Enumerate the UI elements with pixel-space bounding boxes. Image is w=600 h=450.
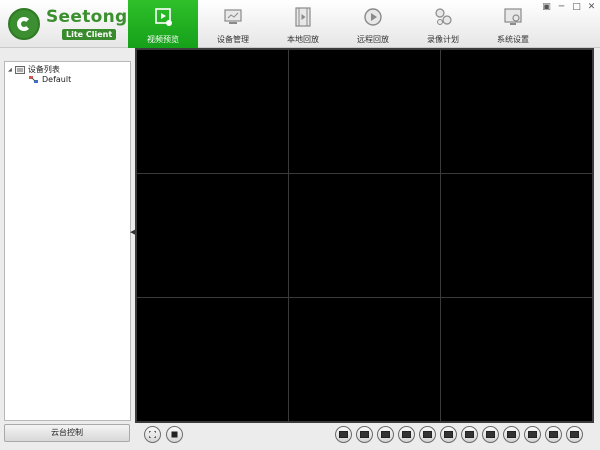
video-cell-3[interactable] bbox=[440, 49, 593, 174]
tab-label: 远程回放 bbox=[357, 35, 389, 44]
device-manage-icon bbox=[224, 9, 242, 24]
tree-item-default[interactable]: Default bbox=[29, 75, 71, 84]
layout-10-button[interactable] bbox=[440, 426, 457, 443]
record-plan-icon bbox=[435, 8, 452, 25]
tab-label: 设备管理 bbox=[217, 35, 249, 44]
layout-8-button[interactable] bbox=[398, 426, 415, 443]
device-list-icon bbox=[14, 65, 25, 74]
video-cell-8[interactable] bbox=[288, 297, 441, 422]
layout-9-button[interactable] bbox=[419, 426, 436, 443]
tree-expander-icon[interactable]: ◢ bbox=[8, 67, 12, 73]
layout-25-icon bbox=[528, 431, 537, 438]
device-tree-panel: ◢ 设备列表 Default bbox=[4, 61, 131, 421]
fullscreen-button[interactable] bbox=[144, 426, 161, 443]
tab-label: 本地回放 bbox=[287, 35, 319, 44]
layout-36-button[interactable] bbox=[545, 426, 562, 443]
video-cell-9[interactable] bbox=[440, 297, 593, 422]
layout-4-icon bbox=[360, 431, 369, 438]
video-cell-7[interactable] bbox=[136, 297, 289, 422]
pin-icon[interactable]: ▣ bbox=[542, 2, 551, 12]
collapse-panel-icon[interactable]: ◀ bbox=[130, 228, 135, 236]
stop-icon bbox=[171, 431, 178, 438]
group-icon bbox=[29, 75, 38, 83]
header-bar: Seetong Lite Client 视频预览 设备管理 本地回放 远程回放 … bbox=[0, 0, 600, 48]
tab-system-settings[interactable]: 系统设置 bbox=[478, 0, 548, 48]
tree-item-label: Default bbox=[42, 75, 72, 84]
video-cell-5[interactable] bbox=[288, 173, 441, 298]
local-playback-icon bbox=[295, 7, 311, 27]
tab-record-plan[interactable]: 录像计划 bbox=[408, 0, 478, 48]
stop-all-button[interactable] bbox=[166, 426, 183, 443]
layout-20-button[interactable] bbox=[503, 426, 520, 443]
video-preview-icon bbox=[155, 8, 172, 26]
layout-36-icon bbox=[549, 431, 558, 438]
close-button[interactable]: ✕ bbox=[587, 2, 596, 12]
video-cell-4[interactable] bbox=[136, 173, 289, 298]
layout-13-icon bbox=[465, 431, 474, 438]
layout-64-icon bbox=[570, 431, 579, 438]
layout-10-icon bbox=[444, 431, 453, 438]
system-settings-icon bbox=[504, 8, 522, 25]
layout-64-button[interactable] bbox=[566, 426, 583, 443]
layout-6-button[interactable] bbox=[377, 426, 394, 443]
layout-25-button[interactable] bbox=[524, 426, 541, 443]
minimize-button[interactable]: ─ bbox=[557, 2, 566, 12]
tab-label: 录像计划 bbox=[427, 35, 459, 44]
video-cell-6[interactable] bbox=[440, 173, 593, 298]
layout-1-icon bbox=[339, 431, 348, 438]
logo-mark bbox=[8, 8, 40, 40]
tree-root-label: 设备列表 bbox=[27, 65, 60, 74]
tab-device-manage[interactable]: 设备管理 bbox=[198, 0, 268, 48]
maximize-button[interactable]: □ bbox=[572, 2, 581, 12]
remote-playback-icon bbox=[364, 8, 382, 26]
layout-1-button[interactable] bbox=[335, 426, 352, 443]
main-tabs: 视频预览 设备管理 本地回放 远程回放 录像计划 系统设置 bbox=[128, 0, 548, 48]
tree-root[interactable]: ◢ 设备列表 bbox=[8, 64, 60, 75]
layout-4-button[interactable] bbox=[356, 426, 373, 443]
ptz-control-button[interactable]: 云台控制 bbox=[4, 424, 130, 442]
layout-6-icon bbox=[381, 431, 390, 438]
brand-name: Seetong bbox=[46, 7, 128, 27]
tab-video-preview[interactable]: 视频预览 bbox=[128, 0, 198, 48]
layout-20-icon bbox=[507, 431, 516, 438]
layout-9-icon bbox=[423, 431, 432, 438]
tab-label: 视频预览 bbox=[147, 35, 179, 44]
brand-subtitle: Lite Client bbox=[62, 29, 117, 40]
video-cell-2[interactable] bbox=[288, 49, 441, 174]
app-logo: Seetong Lite Client bbox=[6, 5, 128, 43]
layout-13-button[interactable] bbox=[461, 426, 478, 443]
layout-16-button[interactable] bbox=[482, 426, 499, 443]
window-controls: ▣ ─ □ ✕ bbox=[542, 2, 596, 12]
tab-local-playback[interactable]: 本地回放 bbox=[268, 0, 338, 48]
layout-8-icon bbox=[402, 431, 411, 438]
fullscreen-icon bbox=[149, 431, 156, 438]
video-cell-1[interactable] bbox=[136, 49, 289, 174]
layout-16-icon bbox=[486, 431, 495, 438]
tab-remote-playback[interactable]: 远程回放 bbox=[338, 0, 408, 48]
tab-label: 系统设置 bbox=[497, 35, 529, 44]
video-grid bbox=[135, 48, 594, 423]
